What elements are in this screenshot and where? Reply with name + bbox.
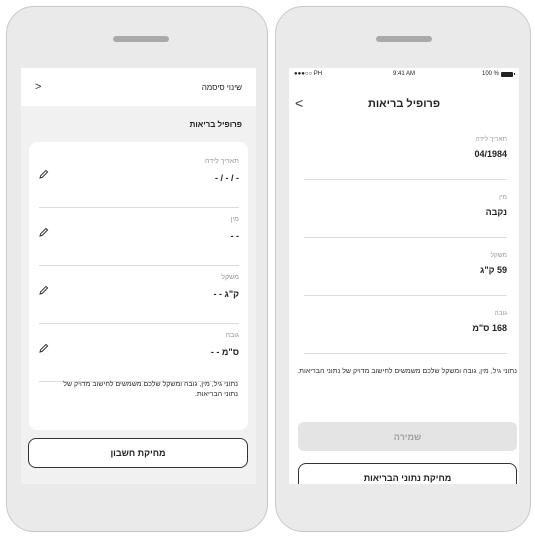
section-title: פרופיל בריאות: [189, 120, 242, 129]
height-value: ס"מ - -: [210, 347, 239, 357]
health-data-note: נתוני גיל, מין, גובה ומשקל שלכם משמשים ל…: [297, 368, 517, 375]
change-password-label: שינוי סיסמה: [201, 82, 242, 92]
gender-field[interactable]: מין - -: [39, 216, 239, 266]
height-value: 168 ס"מ: [472, 323, 507, 333]
birthdate-value: - / - / -: [215, 173, 239, 183]
delete-health-data-button[interactable]: מחיקת נתוני הבריאות: [298, 463, 517, 484]
weight-label: משקל: [221, 274, 239, 281]
birthdate-field[interactable]: תאריך לידה - / - / -: [39, 158, 239, 208]
change-password-row[interactable]: שינוי סיסמה >: [21, 68, 256, 106]
chevron-left-icon[interactable]: <: [295, 95, 303, 111]
carrier-signal: ●●●○○ PH: [294, 71, 323, 77]
weight-field[interactable]: משקל ק"ג - -: [39, 274, 239, 324]
gender-value: נקבה: [485, 207, 507, 217]
weight-value: ק"ג - -: [213, 289, 239, 299]
pencil-icon[interactable]: [39, 227, 49, 237]
battery-icon: [501, 71, 515, 77]
status-time: 9:41 AM: [393, 71, 416, 77]
save-button[interactable]: שמירה: [298, 422, 517, 451]
right-phone-frame: ●●●○○ PH 9:41 AM 100 % פרופיל בריאות < ת…: [275, 6, 531, 532]
weight-field[interactable]: משקל 59 ק"ג: [304, 252, 507, 296]
weight-value: 59 ק"ג: [480, 265, 507, 275]
speaker-grille: [113, 36, 169, 42]
status-bar: ●●●○○ PH 9:41 AM 100 %: [289, 68, 519, 82]
health-data-note: נתוני גיל, מין, גובה ומשקל שלכם משמשים ל…: [63, 381, 238, 398]
height-label: גובה: [225, 332, 239, 339]
gender-value: - -: [230, 231, 240, 241]
battery-percent: 100 %: [481, 71, 499, 77]
chevron-right-icon: >: [35, 81, 42, 93]
gender-field[interactable]: מין נקבה: [304, 194, 507, 238]
pencil-icon[interactable]: [39, 285, 49, 295]
page-title: פרופיל בריאות: [367, 98, 441, 110]
left-phone-frame: שינוי סיסמה > פרופיל בריאות תאריך לידה -…: [6, 6, 268, 532]
delete-account-button[interactable]: מחיקת חשבון: [28, 438, 248, 468]
gender-label: מין: [499, 194, 507, 201]
left-screen: שינוי סיסמה > פרופיל בריאות תאריך לידה -…: [21, 68, 256, 484]
right-screen: ●●●○○ PH 9:41 AM 100 % פרופיל בריאות < ת…: [289, 68, 519, 484]
speaker-grille: [376, 36, 432, 42]
nav-bar: פרופיל בריאות <: [289, 94, 519, 114]
birthdate-label: תאריך לידה: [205, 158, 239, 165]
pencil-icon[interactable]: [39, 169, 49, 179]
battery-indicator: 100 %: [481, 71, 515, 77]
weight-label: משקל: [490, 252, 507, 259]
height-field[interactable]: גובה ס"מ - -: [39, 332, 239, 382]
birthdate-label: תאריך לידה: [475, 136, 507, 143]
birthdate-field[interactable]: תאריך לידה 04/1984: [304, 136, 507, 180]
pencil-icon[interactable]: [39, 343, 49, 353]
height-field[interactable]: גובה 168 ס"מ: [304, 310, 507, 354]
birthdate-value: 04/1984: [474, 149, 507, 159]
gender-label: מין: [230, 216, 239, 223]
height-label: גובה: [494, 310, 507, 317]
